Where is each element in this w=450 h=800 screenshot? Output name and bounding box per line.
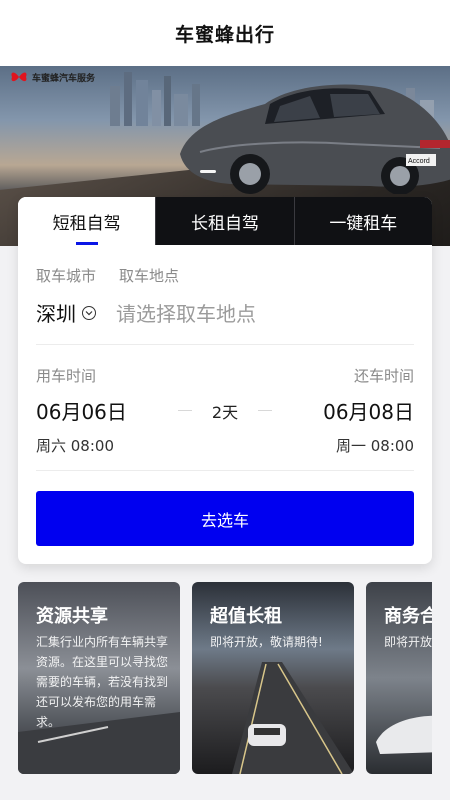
pickup-city-label: 取车城市 xyxy=(36,267,97,285)
car-image: Accord xyxy=(180,84,450,194)
select-car-button[interactable]: 去选车 xyxy=(36,491,414,546)
pickup-city-selector[interactable]: 深圳 xyxy=(36,298,76,327)
page-title: 车蜜蜂出行 xyxy=(174,23,275,46)
card-description: 即将开放，敬请期待! xyxy=(210,635,323,649)
divider-line xyxy=(177,410,192,411)
card-description: 汇集行业内所有车辆共享资源。在这里可以寻找您需要的车辆，若没有找到还可以发布您的… xyxy=(36,635,169,729)
app-header: 车蜜蜂出行 xyxy=(0,0,450,66)
pickup-location-section: 取车城市 取车地点 深圳 请选择取车地点 xyxy=(36,245,414,345)
start-time-label: 用车时间 xyxy=(36,367,97,385)
feature-card-business[interactable]: 商务合 即将开放 xyxy=(366,582,432,774)
tab-long-term-self-drive[interactable]: 长租自驾 xyxy=(155,197,294,245)
rental-duration: 2天 xyxy=(211,402,239,422)
bee-logo-icon xyxy=(11,72,27,82)
car-badge-text: Accord xyxy=(408,158,430,165)
tab-one-click-rental[interactable]: 一键租车 xyxy=(293,197,432,245)
pickup-place-input[interactable]: 请选择取车地点 xyxy=(116,298,256,327)
card-title: 资源共享 xyxy=(36,606,108,627)
brand-logo-text: 车蜜蜂汽车服务 xyxy=(32,73,96,84)
card-title: 超值长租 xyxy=(210,606,282,627)
feature-card-long-term-rental[interactable]: 超值长租 即将开放，敬请期待! xyxy=(192,582,354,774)
chevron-down-icon[interactable] xyxy=(82,305,96,320)
card-description: 即将开放 xyxy=(384,635,432,649)
start-date[interactable]: 06月06日 xyxy=(36,396,127,425)
carousel-indicator[interactable] xyxy=(200,170,216,173)
end-date[interactable]: 06月08日 xyxy=(323,396,414,425)
pickup-place-label: 取车地点 xyxy=(119,267,180,285)
feature-card-resource-sharing[interactable]: 资源共享 汇集行业内所有车辆共享资源。在这里可以寻找您需要的车辆，若没有找到还可… xyxy=(18,582,180,774)
feature-cards-row[interactable]: 资源共享 汇集行业内所有车辆共享资源。在这里可以寻找您需要的车辆，若没有找到还可… xyxy=(18,582,432,774)
start-weekday-time: 周六 08:00 xyxy=(36,437,114,455)
rental-time-section[interactable]: 用车时间 还车时间 06月06日 2天 06月08日 周六 08:00 周一 0… xyxy=(36,345,414,471)
carousel-dot-active[interactable] xyxy=(200,170,216,173)
rental-type-tabs: 短租自驾 长租自驾 一键租车 xyxy=(18,197,432,245)
booking-card: 短租自驾 长租自驾 一键租车 取车城市 取车地点 深圳 请选择取车地点 用车时间… xyxy=(18,197,432,564)
tab-short-term-self-drive[interactable]: 短租自驾 xyxy=(18,197,156,245)
divider-line xyxy=(258,410,273,411)
card-title: 商务合 xyxy=(384,606,432,627)
end-time-label: 还车时间 xyxy=(353,367,414,385)
end-weekday-time: 周一 08:00 xyxy=(336,437,414,455)
brand-logo: 车蜜蜂汽车服务 xyxy=(10,70,95,84)
